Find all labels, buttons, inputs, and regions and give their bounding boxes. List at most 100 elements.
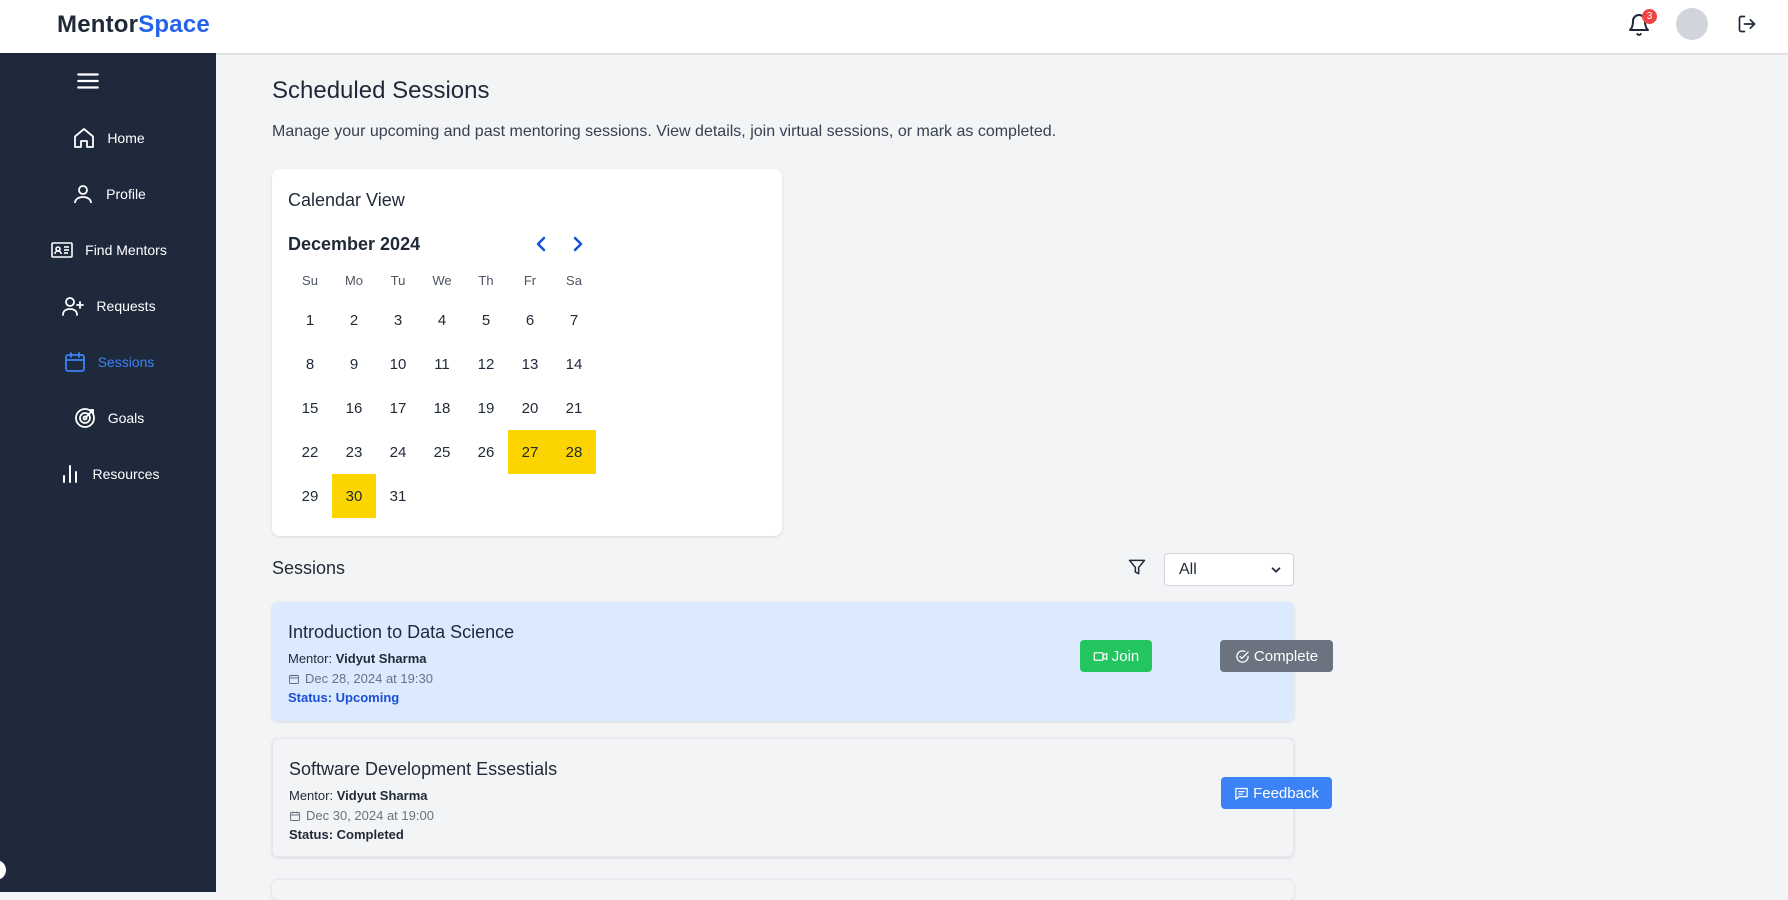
calendar-icon bbox=[289, 674, 299, 684]
sidebar-item-label: Resources bbox=[92, 466, 160, 482]
menu-toggle-button[interactable] bbox=[75, 68, 101, 94]
calendar-day[interactable]: 23 bbox=[332, 430, 376, 474]
calendar-day[interactable]: 21 bbox=[552, 386, 596, 430]
session-mentor: Mentor: Vidyut Sharma bbox=[288, 651, 427, 666]
logout-button[interactable] bbox=[1734, 11, 1760, 37]
filter-selected-value: All bbox=[1179, 560, 1197, 578]
calendar-day[interactable]: 2 bbox=[332, 298, 376, 342]
mentor-name: Vidyut Sharma bbox=[336, 788, 428, 803]
sidebar-item-resources[interactable]: Resources bbox=[0, 451, 216, 497]
calendar-day[interactable]: 22 bbox=[288, 430, 332, 474]
calendar-day[interactable]: 10 bbox=[376, 342, 420, 386]
sidebar-item-goals[interactable]: Goals bbox=[0, 395, 216, 441]
calendar-day[interactable]: 25 bbox=[420, 430, 464, 474]
previous-month-button[interactable] bbox=[529, 232, 553, 256]
calendar-day[interactable]: 29 bbox=[288, 474, 332, 518]
calendar-day-session[interactable]: 28 bbox=[552, 430, 596, 474]
calendar-day[interactable]: 4 bbox=[420, 298, 464, 342]
session-datetime-text: Dec 30, 2024 at 19:00 bbox=[306, 808, 434, 823]
next-month-button[interactable] bbox=[566, 232, 590, 256]
session-card: Introduction to Data Science Mentor: Vid… bbox=[272, 602, 1333, 721]
sidebar-item-label: Home bbox=[107, 130, 145, 146]
calendar-weekday: Mo bbox=[344, 272, 364, 288]
calendar-day-session[interactable]: 27 bbox=[508, 430, 552, 474]
check-circle-icon bbox=[1235, 649, 1250, 664]
mentor-label: Mentor: bbox=[289, 788, 334, 803]
sidebar-item-home[interactable]: Home bbox=[0, 115, 216, 161]
calendar-day[interactable]: 14 bbox=[552, 342, 596, 386]
calendar-month-label: December 2024 bbox=[288, 234, 421, 254]
mentor-label: Mentor: bbox=[288, 651, 333, 666]
calendar-day[interactable]: 11 bbox=[420, 342, 464, 386]
calendar-icon bbox=[62, 349, 88, 375]
calendar-day[interactable]: 17 bbox=[376, 386, 420, 430]
calendar-day[interactable]: 3 bbox=[376, 298, 420, 342]
sidebar: Home Profile Find Mentors Requests Sessi… bbox=[0, 53, 216, 892]
page-title: Scheduled Sessions bbox=[272, 77, 490, 104]
session-status: Status: Upcoming bbox=[288, 690, 400, 705]
complete-button[interactable]: Complete bbox=[1220, 640, 1333, 672]
top-bar: MentorSpace 3 bbox=[0, 0, 1788, 53]
calendar-day[interactable]: 9 bbox=[332, 342, 376, 386]
calendar-day[interactable]: 7 bbox=[552, 298, 596, 342]
calendar-day[interactable]: 18 bbox=[420, 386, 464, 430]
sidebar-item-sessions[interactable]: Sessions bbox=[0, 339, 216, 385]
calendar-day[interactable]: 12 bbox=[464, 342, 508, 386]
calendar-day[interactable]: 8 bbox=[288, 342, 332, 386]
session-card-partial bbox=[272, 879, 1294, 900]
session-datetime: Dec 30, 2024 at 19:00 bbox=[289, 808, 434, 823]
feedback-button[interactable]: Feedback bbox=[1221, 777, 1332, 809]
calendar-card: Calendar View December 2024 Su Mo Tu We Th Fr… bbox=[272, 169, 782, 536]
user-icon bbox=[70, 181, 96, 207]
sidebar-item-requests[interactable]: Requests bbox=[0, 283, 216, 329]
calendar-day[interactable]: 6 bbox=[508, 298, 552, 342]
calendar-day[interactable]: 26 bbox=[464, 430, 508, 474]
calendar-day[interactable]: 15 bbox=[288, 386, 332, 430]
calendar-day[interactable]: 31 bbox=[376, 474, 420, 518]
calendar-icon bbox=[290, 811, 300, 821]
calendar-day[interactable]: 20 bbox=[508, 386, 552, 430]
logo-text-space: Space bbox=[138, 11, 210, 38]
sidebar-item-label: Sessions bbox=[97, 354, 155, 370]
sidebar-item-label: Goals bbox=[107, 410, 145, 426]
calendar-weekday: Fr bbox=[523, 272, 537, 288]
calendar-day[interactable]: 1 bbox=[288, 298, 332, 342]
avatar[interactable] bbox=[1676, 8, 1708, 40]
sidebar-item-label: Profile bbox=[106, 186, 146, 202]
hamburger-icon bbox=[77, 73, 99, 89]
chevron-down-icon bbox=[1271, 566, 1281, 573]
bar-chart-icon bbox=[57, 461, 83, 487]
join-label: Join bbox=[1111, 647, 1140, 665]
calendar-day[interactable]: 5 bbox=[464, 298, 508, 342]
header-actions: 3 bbox=[1624, 6, 1760, 40]
join-button[interactable]: Join bbox=[1080, 640, 1152, 672]
logout-icon bbox=[1738, 15, 1756, 33]
user-plus-icon bbox=[60, 293, 86, 319]
calendar-weekday: Su bbox=[302, 272, 318, 288]
sidebar-item-profile[interactable]: Profile bbox=[0, 171, 216, 217]
session-title: Introduction to Data Science bbox=[288, 622, 515, 642]
sidebar-item-find-mentors[interactable]: Find Mentors bbox=[0, 227, 216, 273]
session-title: Software Development Essestials bbox=[289, 759, 558, 779]
calendar-day[interactable]: 24 bbox=[376, 430, 420, 474]
sidebar-item-label: Requests bbox=[96, 298, 156, 314]
app-logo[interactable]: MentorSpace bbox=[57, 11, 210, 39]
main-content: Scheduled Sessions Manage your upcoming … bbox=[216, 53, 1788, 900]
sidebar-item-label: Find Mentors bbox=[85, 242, 167, 258]
calendar-day[interactable]: 19 bbox=[464, 386, 508, 430]
calendar-day[interactable]: 13 bbox=[508, 342, 552, 386]
calendar-day-session[interactable]: 30 bbox=[332, 474, 376, 518]
chevron-right-icon bbox=[573, 236, 583, 252]
session-filter-select[interactable]: All bbox=[1164, 553, 1294, 586]
notifications-button[interactable]: 3 bbox=[1624, 9, 1657, 40]
session-datetime: Dec 28, 2024 at 19:30 bbox=[288, 671, 433, 686]
calendar-day[interactable]: 16 bbox=[332, 386, 376, 430]
calendar-days-grid: 1 2 3 4 5 6 7 8 9 10 11 12 13 14 15 16 17 18 19 20 21 22 23 24 2… bbox=[288, 298, 596, 518]
calendar-weekday: Sa bbox=[566, 272, 582, 288]
chevron-left-icon bbox=[536, 236, 546, 252]
session-mentor: Mentor: Vidyut Sharma bbox=[289, 788, 428, 803]
calendar-weekday: We bbox=[432, 272, 452, 288]
session-datetime-text: Dec 28, 2024 at 19:30 bbox=[305, 671, 433, 686]
filter-icon[interactable] bbox=[1127, 557, 1149, 579]
sessions-heading: Sessions bbox=[272, 558, 346, 578]
